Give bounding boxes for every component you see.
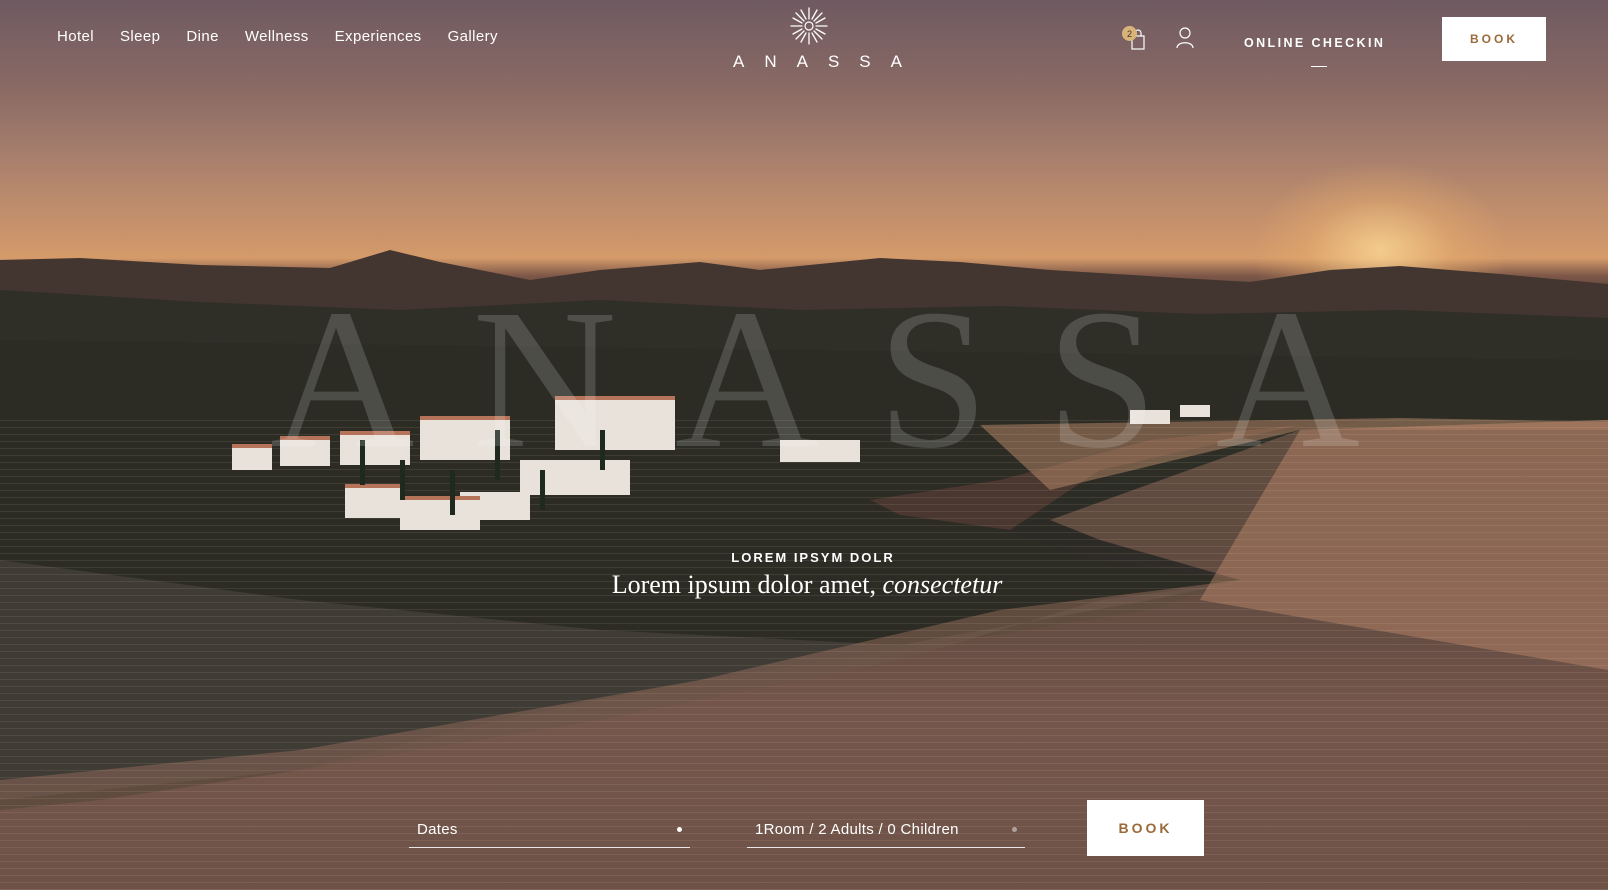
online-checkin-link[interactable]: ONLINE CHECKIN (1244, 36, 1385, 50)
hero-headline-italic: consectetur (882, 570, 1003, 599)
hero-headline-text: Lorem ipsum dolor amet, (611, 570, 876, 599)
nav-wellness[interactable]: Wellness (245, 28, 309, 45)
main-nav: Hotel Sleep Dine Wellness Experiences Ga… (57, 28, 498, 45)
booking-book-button[interactable]: BOOK (1087, 800, 1204, 856)
checkin-underline (1311, 66, 1327, 67)
nav-sleep[interactable]: Sleep (120, 28, 160, 45)
cart-button[interactable]: 2 (1122, 26, 1148, 54)
sun-burst-icon (790, 7, 828, 45)
dropdown-dot-icon (1012, 827, 1017, 832)
user-icon (1176, 27, 1194, 49)
resort-buildings (232, 396, 1210, 530)
dates-value: Dates (417, 821, 458, 838)
hero-headline: Lorem ipsum dolor amet, consectetur (0, 570, 1608, 600)
hero-kicker: LOREM IPSYM DOLR (731, 550, 895, 565)
dropdown-dot-icon (677, 827, 682, 832)
cart-count-badge: 2 (1122, 26, 1137, 41)
nav-gallery[interactable]: Gallery (448, 28, 498, 45)
hero-background (0, 0, 1608, 890)
logo-text: ANASSA (733, 52, 922, 71)
nav-experiences[interactable]: Experiences (335, 28, 422, 45)
guests-value: 1Room / 2 Adults / 0 Children (755, 821, 959, 838)
header-book-button[interactable]: BOOK (1442, 17, 1546, 61)
dates-field[interactable]: Dates (409, 812, 690, 848)
nav-dine[interactable]: Dine (186, 28, 218, 45)
brand-logo[interactable]: ANASSA (713, 6, 905, 72)
guests-field[interactable]: 1Room / 2 Adults / 0 Children (747, 812, 1025, 848)
account-button[interactable] (1174, 26, 1196, 50)
nav-hotel[interactable]: Hotel (57, 28, 94, 45)
